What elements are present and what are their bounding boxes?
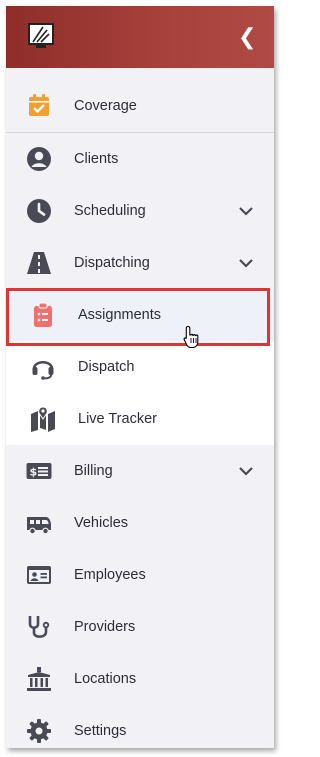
road-icon bbox=[27, 252, 51, 274]
stethoscope-icon bbox=[28, 616, 50, 638]
sidebar-item-label: Coverage bbox=[74, 98, 137, 114]
sidebar-item-label: Scheduling bbox=[74, 203, 146, 219]
user-circle-icon bbox=[27, 147, 51, 171]
collapse-sidebar-button[interactable]: ❮ bbox=[238, 26, 256, 48]
headset-icon bbox=[32, 360, 54, 380]
sidebar-item-providers[interactable]: Providers bbox=[6, 601, 274, 653]
building-columns-icon bbox=[27, 667, 51, 691]
sidebar-item-label: Settings bbox=[74, 723, 127, 739]
assignments-highlight-box bbox=[6, 288, 270, 346]
sidebar-item-label: Dispatching bbox=[74, 255, 150, 271]
sidebar-item-label: Live Tracker bbox=[78, 411, 157, 427]
hand-pointer-cursor-icon bbox=[183, 325, 199, 349]
sidebar-item-label: Employees bbox=[74, 567, 146, 583]
sidebar-item-locations[interactable]: Locations bbox=[6, 653, 274, 705]
sidebar-item-clients[interactable]: Clients bbox=[6, 133, 274, 185]
id-card-icon bbox=[27, 566, 51, 584]
sidebar-item-billing[interactable]: $ Billing bbox=[6, 445, 274, 497]
map-marker-icon bbox=[31, 406, 55, 432]
sidebar-item-dispatching[interactable]: Dispatching bbox=[6, 237, 274, 289]
van-icon bbox=[27, 517, 51, 535]
chevron-down-icon[interactable] bbox=[238, 464, 254, 478]
svg-text:$: $ bbox=[30, 466, 38, 479]
sidebar-item-label: Billing bbox=[74, 463, 113, 479]
clock-icon bbox=[27, 199, 51, 223]
gear-icon bbox=[27, 719, 51, 743]
sidebar-item-live-tracker[interactable]: Live Tracker bbox=[6, 393, 274, 445]
money-bill-icon: $ bbox=[26, 463, 52, 479]
calendar-check-icon bbox=[29, 94, 49, 116]
app-logo-icon bbox=[28, 23, 54, 48]
chevron-down-icon[interactable] bbox=[238, 256, 254, 270]
sidebar-item-scheduling[interactable]: Scheduling bbox=[6, 185, 274, 237]
sidebar-item-dispatch[interactable]: Dispatch bbox=[6, 341, 274, 393]
sidebar-item-employees[interactable]: Employees bbox=[6, 549, 274, 601]
sidebar-item-coverage[interactable]: Coverage bbox=[6, 80, 274, 132]
sidebar-header: ❮ bbox=[6, 6, 274, 68]
sidebar-item-label: Locations bbox=[74, 671, 137, 687]
sidebar-item-vehicles[interactable]: Vehicles bbox=[6, 497, 274, 549]
sidebar-item-label: Dispatch bbox=[78, 359, 135, 375]
sidebar: ❮ Coverage Clients Scheduling Dispatchin… bbox=[6, 6, 274, 748]
sidebar-item-label: Clients bbox=[74, 151, 119, 167]
sidebar-item-label: Providers bbox=[74, 619, 136, 635]
sidebar-item-label: Vehicles bbox=[74, 515, 129, 531]
sidebar-item-settings[interactable]: Settings bbox=[6, 705, 274, 748]
chevron-down-icon[interactable] bbox=[238, 204, 254, 218]
